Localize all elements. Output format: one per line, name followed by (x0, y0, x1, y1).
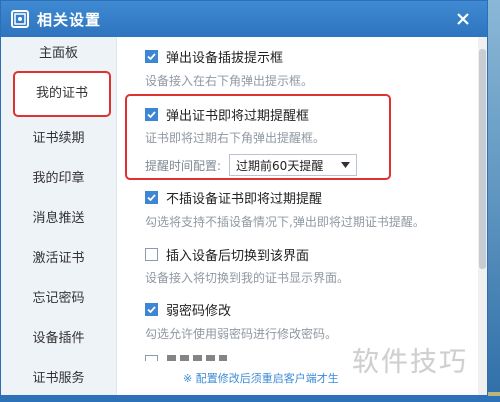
option-description: 勾选允许使用弱密码进行修改密码。 (145, 327, 338, 341)
taskbar (0, 396, 500, 402)
sidebar-item-certificate-service[interactable]: 证书服务 (1, 359, 116, 395)
option-switch-on-insert[interactable]: 插入设备后切换到该界面 (145, 245, 309, 264)
sidebar-item-certificate-renewal[interactable]: 证书续期 (1, 119, 116, 159)
sidebar-item-main-panel[interactable]: 主面板 (1, 37, 116, 71)
reminder-time-select[interactable]: 过期前60天提醒 (229, 154, 358, 176)
sidebar-item-activate-certificate[interactable]: 激活证书 (1, 239, 116, 279)
sidebar-item-forgot-password[interactable]: 忘记密码 (1, 279, 116, 319)
option-description: 设备接入在右下角弹出提示框。 (145, 74, 314, 88)
option-label: 弹出证书即将过期提醒框 (166, 109, 310, 124)
option-label-partial (167, 355, 227, 361)
checkbox-checked-icon[interactable] (145, 303, 158, 316)
checkbox-checked-icon[interactable] (145, 108, 158, 121)
checkbox-unchecked-icon[interactable] (145, 248, 158, 261)
sidebar-item-message-push[interactable]: 消息推送 (1, 199, 116, 239)
sidebar-item-device-plugin[interactable]: 设备插件 (1, 319, 116, 359)
scrollbar[interactable] (478, 37, 487, 395)
reminder-time-config: 提醒时间配置: 过期前60天提醒 (145, 154, 358, 176)
reminder-time-value: 过期前60天提醒 (236, 158, 324, 173)
checkbox-checked-icon[interactable] (145, 50, 158, 63)
option-label: 弱密码修改 (166, 304, 232, 319)
settings-app-icon (11, 10, 29, 28)
sidebar-item-my-certificate[interactable]: 我的证书 (13, 71, 111, 117)
option-description: 勾选将支持不插设备情况下,弹出即将过期证书提醒。 (145, 215, 425, 229)
option-label: 插入设备后切换到该界面 (166, 249, 310, 264)
window-title: 相关设置 (37, 10, 102, 29)
scrollbar-thumb[interactable] (479, 49, 486, 269)
restart-note: ※ 配置修改后须重启客户端才生 (183, 372, 339, 385)
title-bar: 相关设置 (1, 1, 487, 37)
option-weak-password-change[interactable]: 弱密码修改 (145, 300, 231, 319)
reminder-time-label: 提醒时间配置: (145, 158, 222, 173)
close-button[interactable] (453, 9, 473, 29)
watermark: 软件技巧 (352, 347, 468, 378)
sidebar: 主面板 我的证书 证书续期 我的印章 消息推送 激活证书 忘记密码 设备插件 证… (1, 37, 117, 395)
checkbox-partial-icon[interactable] (145, 355, 158, 361)
option-device-plug-prompt[interactable]: 弹出设备插拔提示框 (145, 47, 283, 66)
option-description: 设备接入将切换到我的证书显示界面。 (145, 271, 350, 285)
desktop-background (488, 0, 500, 402)
option-label: 不插设备证书即将过期提醒 (166, 192, 323, 207)
option-label: 弹出设备插拔提示框 (166, 51, 284, 66)
close-icon (457, 13, 469, 25)
option-description: 证书即将过期右下角弹出提醒框。 (145, 131, 326, 145)
option-no-device-expiry-reminder[interactable]: 不插设备证书即将过期提醒 (145, 188, 322, 207)
checkbox-checked-icon[interactable] (145, 191, 158, 204)
settings-window: 相关设置 主面板 我的证书 证书续期 我的印章 消息推送 激活证书 忘记密码 设… (0, 0, 488, 396)
sidebar-item-my-seal[interactable]: 我的印章 (1, 159, 116, 199)
dropdown-arrow-icon (341, 162, 351, 168)
option-expiry-reminder[interactable]: 弹出证书即将过期提醒框 (145, 105, 309, 124)
